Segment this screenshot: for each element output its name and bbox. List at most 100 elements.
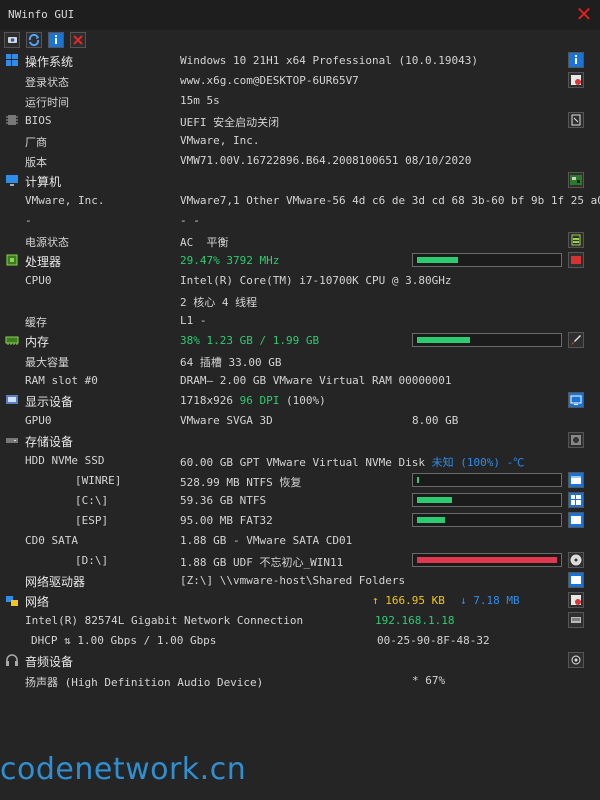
power-button[interactable]	[568, 232, 584, 248]
os-info-button[interactable]	[568, 52, 584, 68]
uptime-label: 运行时间	[25, 96, 69, 109]
esp-usage-bar	[412, 513, 562, 527]
c-drive-button[interactable]	[568, 492, 584, 508]
cd0-value: 1.88 GB - VMware SATA CD01	[180, 534, 353, 547]
d-drive-button[interactable]	[568, 552, 584, 568]
monitor-icon	[6, 175, 18, 186]
d-drive-usage-bar	[412, 553, 562, 567]
vendor-value: VMware, Inc.	[180, 134, 260, 147]
computer-dash-value: - -	[180, 214, 200, 227]
memory-value: 38% 1.23 GB / 1.99 GB	[180, 334, 320, 347]
row-power: 电源状态 AC 平衡	[0, 230, 600, 250]
window-icon	[571, 476, 581, 484]
computer-button[interactable]	[568, 172, 584, 188]
nic-ip: 192.168.1.18	[375, 614, 455, 627]
cpu-value: 29.47% 3792 MHz	[180, 254, 280, 267]
network-icon	[6, 596, 18, 606]
hdd-description: 60.00 GB GPT VMware Virtual NVMe Disk	[180, 456, 432, 469]
memory-button[interactable]	[568, 332, 584, 348]
drive-icon	[6, 438, 18, 443]
screenshot-button[interactable]	[4, 32, 20, 48]
audio-button[interactable]	[568, 652, 584, 668]
row-version: 版本 VMW71.00V.16722896.B64.2008100651 08/…	[0, 150, 600, 170]
gpu0-value: VMware SVGA 3D	[180, 414, 273, 427]
net-drive-button[interactable]	[568, 572, 584, 588]
login-button[interactable]	[568, 72, 584, 88]
storage-label: 存储设备	[25, 435, 74, 449]
cancel-icon	[73, 35, 83, 45]
row-storage: 存储设备	[0, 430, 600, 450]
ethernet-icon	[571, 617, 581, 623]
speaker-settings-icon	[571, 655, 581, 665]
esp-label: [ESP]	[75, 514, 109, 527]
cpu-button[interactable]	[568, 252, 584, 268]
memory-usage-bar	[412, 333, 562, 347]
cpu0-label: CPU0	[25, 274, 52, 287]
c-drive-label: [C:\]	[75, 494, 109, 507]
hdd-label: HDD NVMe SSD	[25, 454, 105, 467]
cd0-label: CD0 SATA	[25, 534, 78, 547]
row-hdd: HDD NVMe SSD 60.00 GB GPT VMware Virtual…	[0, 450, 600, 470]
row-display: 显示设备 1718x926 96 DPI (100%)	[0, 390, 600, 410]
version-label: 版本	[25, 156, 47, 169]
d-drive-label: [D:\]	[75, 554, 109, 567]
computer-dash-label: -	[25, 214, 32, 227]
display-value: 1718x926 96 DPI (100%)	[180, 394, 326, 407]
network-settings-icon	[571, 595, 581, 605]
refresh-button[interactable]	[26, 32, 42, 48]
max-capacity-label: 最大容量	[25, 356, 69, 369]
vendor-label: 厂商	[25, 136, 47, 149]
network-upload: ↑ 166.95 KB	[372, 594, 445, 607]
winre-button[interactable]	[568, 472, 584, 488]
esp-value: 95.00 MB FAT32	[180, 514, 273, 527]
cpu-usage-bar	[412, 253, 562, 267]
windows-icon	[6, 54, 18, 66]
row-computer: 计算机	[0, 170, 600, 190]
speaker-label: 扬声器 (High Definition Audio Device)	[25, 676, 264, 689]
bios-button[interactable]	[568, 112, 584, 128]
user-icon	[571, 75, 581, 85]
winre-usage-fill	[417, 477, 419, 483]
cache-value: L1 -	[180, 314, 207, 327]
c-drive-usage-bar	[412, 493, 562, 507]
close-icon[interactable]: ✕	[574, 3, 594, 25]
storage-button[interactable]	[568, 432, 584, 448]
headphones-icon	[6, 654, 18, 666]
gpu0-label: GPU0	[25, 414, 52, 427]
window-icon	[571, 576, 581, 584]
nic-label: Intel(R) 82574L Gigabit Network Connecti…	[25, 614, 304, 627]
cancel-button[interactable]	[70, 32, 86, 48]
row-speaker: 扬声器 (High Definition Audio Device) * 67%	[0, 670, 600, 690]
esp-button[interactable]	[568, 512, 584, 528]
net-drive-label: 网络驱动器	[25, 575, 86, 589]
info-button[interactable]	[48, 32, 64, 48]
memory-usage-fill	[417, 337, 470, 343]
refresh-icon	[28, 33, 40, 47]
document-icon	[571, 114, 581, 126]
cores-value: 2 核心 4 线程	[180, 296, 258, 309]
login-value: www.x6g.com@DESKTOP-6UR65V7	[180, 74, 359, 87]
display-dpi: 96 DPI	[239, 394, 280, 407]
row-cores: 2 核心 4 线程	[0, 290, 600, 310]
row-network: 网络 ↑ 166.95 KB ↓ 7.18 MB	[0, 590, 600, 610]
info-icon	[575, 55, 577, 64]
d-drive-usage-fill	[417, 557, 557, 563]
monitor-settings-icon	[570, 395, 582, 405]
winre-value: 528.99 MB NTFS 恢复	[180, 476, 302, 489]
winre-usage-bar	[412, 473, 562, 487]
nic-button[interactable]	[568, 612, 584, 628]
ram-slot-label: RAM slot #0	[25, 374, 98, 387]
winre-label: [WINRE]	[75, 474, 122, 487]
power-value: AC 平衡	[180, 236, 229, 249]
display-button[interactable]	[568, 392, 584, 408]
network-button[interactable]	[568, 592, 584, 608]
row-login: 登录状态 www.x6g.com@DESKTOP-6UR65V7	[0, 70, 600, 90]
title-bar: NWinfo GUI ✕	[0, 0, 600, 30]
bios-value: UEFI 安全启动关闭	[180, 116, 280, 129]
max-capacity-value: 64 插槽 33.00 GB	[180, 356, 282, 369]
row-cpu0: CPU0 Intel(R) Core(TM) i7-10700K CPU @ 3…	[0, 270, 600, 290]
row-net-drive: 网络驱动器 [Z:\] \\vmware-host\Shared Folders	[0, 570, 600, 590]
row-memory: 内存 38% 1.23 GB / 1.99 GB	[0, 330, 600, 350]
window-title: NWinfo GUI	[8, 8, 75, 21]
rocket-icon	[571, 335, 581, 345]
